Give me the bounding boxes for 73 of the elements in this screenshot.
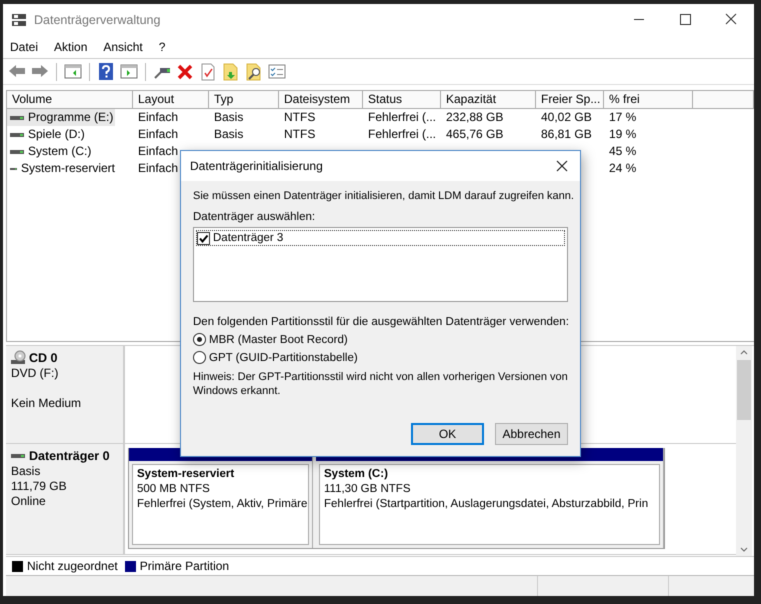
table-cell[interactable]: System (C:) xyxy=(7,143,115,160)
disk-detail: Online xyxy=(11,494,47,509)
disk-detail: Basis xyxy=(11,464,42,479)
table-cell-text: Fehlerfrei (... xyxy=(367,109,438,126)
ok-button[interactable]: OK xyxy=(411,423,484,445)
partition-size: 500 MB NTFS xyxy=(137,482,211,497)
disk-detail: 111,79 GB xyxy=(11,479,68,494)
app-icon xyxy=(11,13,27,27)
radio-button[interactable] xyxy=(193,351,206,364)
table-cell-text: Einfach xyxy=(137,109,180,126)
checklist-icon[interactable] xyxy=(268,62,286,80)
delete-icon[interactable] xyxy=(176,62,194,80)
disk-detail: DVD (F:) xyxy=(11,366,60,381)
partition-name: System-reserviert xyxy=(137,467,236,482)
table-cell[interactable]: Spiele (D:) xyxy=(7,126,115,143)
disk-name: Datenträger 0 xyxy=(29,449,110,463)
scroll-thumb[interactable] xyxy=(737,360,751,420)
table-cell-text: 86,81 GB xyxy=(540,126,593,143)
column-header[interactable]: % frei xyxy=(604,91,693,109)
window-title: Datenträgerverwaltung xyxy=(34,13,160,27)
partition-size: 111,30 GB NTFS xyxy=(324,482,412,497)
list-label: Datenträger auswählen: xyxy=(193,211,316,223)
scroll-bar[interactable] xyxy=(736,346,752,556)
cd-drive-icon xyxy=(11,350,27,366)
column-header[interactable]: Freier Sp... xyxy=(536,91,604,109)
column-header[interactable]: Status xyxy=(363,91,441,109)
table-cell-text: Einfach xyxy=(137,126,180,143)
table-cell-text: 40,02 GB xyxy=(540,109,593,126)
partition-status: Fehlerfrei (Startpartition, Auslagerungsdatei, Absturzabbild, Prin xyxy=(324,497,650,512)
style-label: Den folgenden Partitionsstil für die ausgewählten Datenträger verwenden: xyxy=(193,316,568,328)
table-cell-text: 45 % xyxy=(608,143,638,160)
note-text: Hinweis: Der GPT-Partitionsstil wird nicht von allen vorherigen Versionen von Windows erkannt. xyxy=(193,370,569,398)
radio-label[interactable]: MBR (Master Boot Record) xyxy=(209,334,348,346)
document-check-icon[interactable] xyxy=(199,62,217,80)
disk-name: CD 0 xyxy=(29,351,58,365)
partition-name: System (C:) xyxy=(324,467,389,482)
help-icon[interactable] xyxy=(97,62,115,80)
table-cell[interactable]: System-reserviert xyxy=(7,160,115,177)
radio-button[interactable] xyxy=(193,333,206,346)
menu-item[interactable]: Aktion xyxy=(54,40,88,54)
table-cell-text: NTFS xyxy=(283,126,316,143)
folder-arrow-icon[interactable] xyxy=(222,62,240,80)
list-item[interactable]: Datenträger 3 xyxy=(196,230,565,246)
column-header[interactable]: Layout xyxy=(133,91,209,109)
menu-item[interactable]: Datei xyxy=(10,40,38,54)
pane-icon[interactable] xyxy=(120,62,138,80)
column-header[interactable]: Kapazität xyxy=(441,91,536,109)
table-cell-text: 19 % xyxy=(608,126,638,143)
table-cell-text: 465,76 GB xyxy=(445,126,504,143)
column-header[interactable]: Typ xyxy=(209,91,279,109)
disk-status: Kein Medium xyxy=(11,396,82,411)
table-cell-text: 17 % xyxy=(608,109,638,126)
checkbox[interactable] xyxy=(197,232,210,244)
legend-label: Primäre Partition xyxy=(140,559,230,573)
cancel-button[interactable]: Abbrechen xyxy=(495,423,568,445)
table-cell[interactable]: Programme (E:) xyxy=(7,109,115,126)
column-header[interactable]: Volume xyxy=(7,91,133,109)
legend-label: Nicht zugeordnet xyxy=(27,559,118,573)
menu-item[interactable]: Ansicht xyxy=(103,40,143,54)
table-cell-text: Fehlerfrei (... xyxy=(367,126,438,143)
menu-item[interactable]: ? xyxy=(158,40,166,54)
dialog-title: Datenträgerinitialisierung xyxy=(190,159,323,173)
table-cell-text: Basis xyxy=(213,126,244,143)
table-cell-text: 24 % xyxy=(608,160,638,177)
folder-magnifier-icon[interactable] xyxy=(245,62,263,80)
table-cell-text: Basis xyxy=(213,109,244,126)
radio-label[interactable]: GPT (GUID-Partitionstabelle) xyxy=(209,352,358,364)
table-cell-text: 232,88 GB xyxy=(445,109,504,126)
table-cell-text: NTFS xyxy=(283,109,316,126)
column-header[interactable]: Dateisystem xyxy=(279,91,363,109)
pane-icon[interactable] xyxy=(64,62,82,80)
close-icon[interactable] xyxy=(555,159,569,173)
table-cell-text: Einfach xyxy=(137,143,180,160)
